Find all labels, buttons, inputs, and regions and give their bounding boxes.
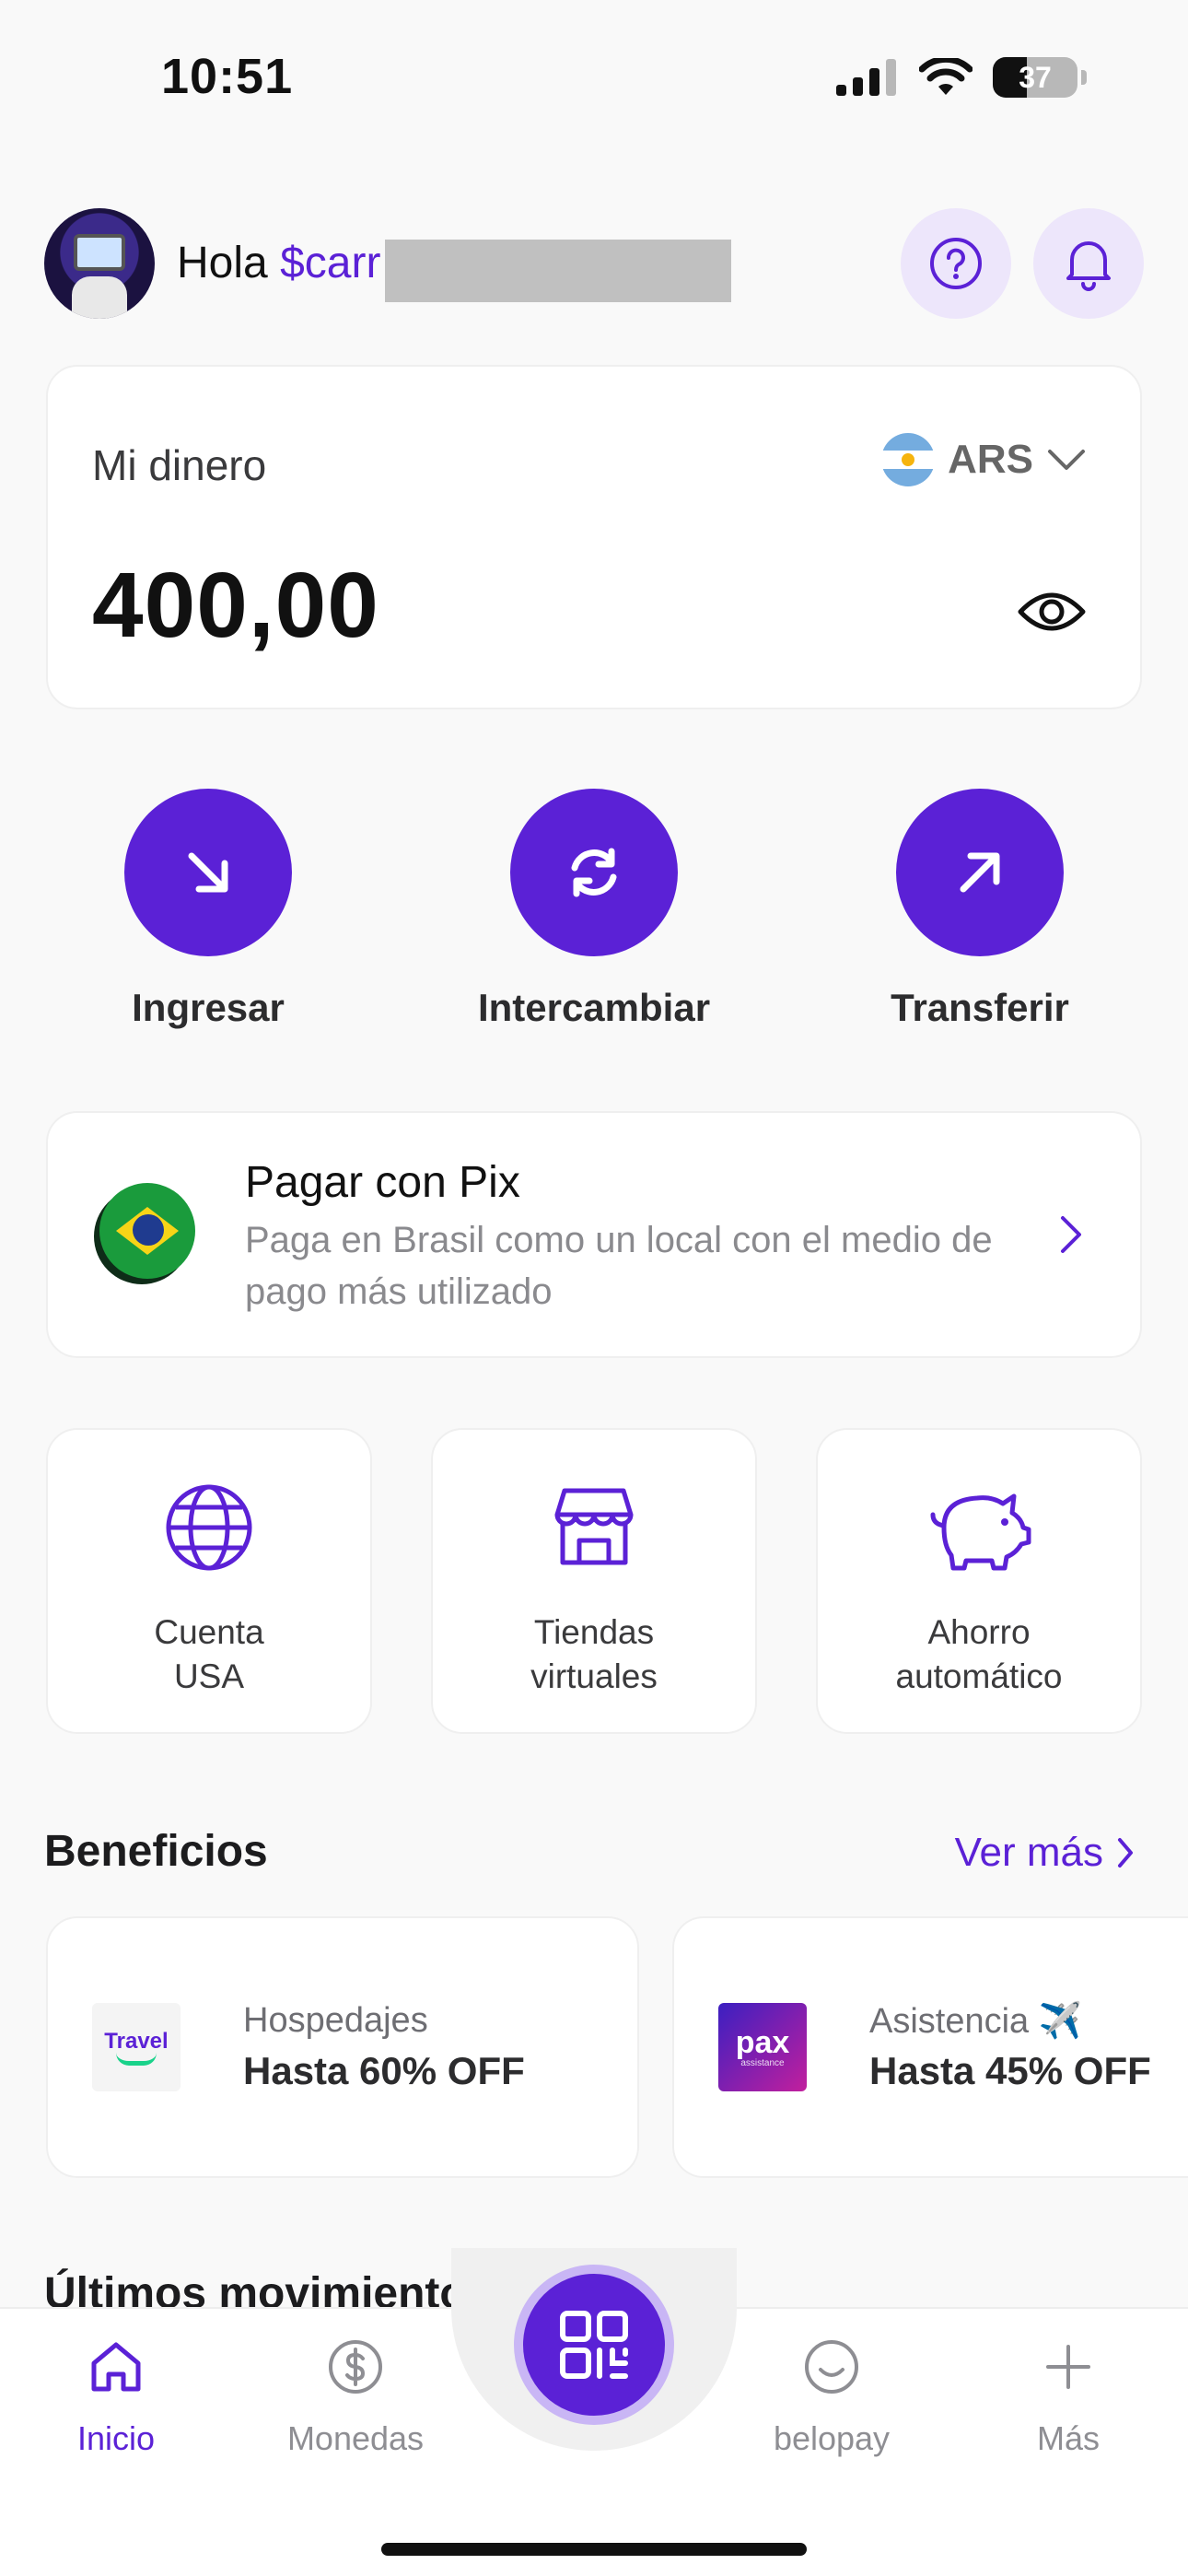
deposit-button[interactable] <box>124 789 292 956</box>
battery-icon: 37 <box>993 57 1077 98</box>
nav-more-label: Más <box>1036 2419 1100 2457</box>
balance-amount: 400,00 <box>92 554 379 657</box>
eye-icon <box>1018 592 1086 631</box>
battery-tip <box>1081 70 1087 85</box>
status-icons: 37 <box>836 57 1087 98</box>
exchange-icon <box>571 848 617 897</box>
benefit-category: Hospedajes <box>243 2001 428 2040</box>
status-time: 10:51 <box>161 49 294 104</box>
nav-coins[interactable]: Monedas <box>263 2335 448 2458</box>
chevron-down-icon <box>1048 450 1085 470</box>
tile-stores-line1: Tiendas <box>533 1613 655 1651</box>
plus-icon <box>1046 2345 1090 2389</box>
help-icon <box>930 238 982 289</box>
nav-home[interactable]: Inicio <box>24 2335 208 2458</box>
transfer-button[interactable] <box>896 789 1064 956</box>
chevron-right-icon <box>1057 1212 1085 1261</box>
qr-icon <box>560 2311 628 2379</box>
pax-logo-text: pax <box>735 2024 790 2060</box>
chevron-right-icon <box>1118 1838 1133 1868</box>
balance-label: Mi dinero <box>92 441 267 489</box>
piggy-bank-icon <box>930 1493 1031 1571</box>
nav-belopay[interactable]: belopay <box>740 2335 924 2458</box>
pax-logo: pax assistance <box>718 2003 807 2091</box>
home-icon <box>91 2342 141 2392</box>
deposit-action[interactable]: Ingresar <box>88 789 328 1030</box>
globe-icon <box>166 1484 252 1571</box>
see-more-link[interactable]: Ver más <box>955 1830 1135 1876</box>
see-more-label: Ver más <box>954 1830 1103 1875</box>
nav-home-label: Inicio <box>76 2419 156 2457</box>
cellular-signal-icon <box>836 59 896 96</box>
tile-usa-line2: USA <box>173 1657 245 1695</box>
dollar-coin-icon <box>329 2340 382 2394</box>
tile-virtual-stores[interactable]: Tiendas virtuales <box>431 1428 757 1734</box>
tile-savings-line2: automático <box>895 1657 1063 1695</box>
wifi-icon <box>919 58 973 95</box>
currency-code: ARS <box>948 437 1033 482</box>
benefits-title: Beneficios <box>44 1827 268 1876</box>
tile-auto-savings[interactable]: Ahorro automático <box>816 1428 1142 1734</box>
currency-selector[interactable]: ARS <box>881 433 1087 486</box>
pix-title: Pagar con Pix <box>245 1158 520 1207</box>
tile-usa-line1: Cuenta <box>154 1613 264 1651</box>
exchange-label: Intercambiar <box>477 986 711 1029</box>
benefit-category: Asistencia ✈️ <box>869 2002 1083 2041</box>
pax-logo-sub: assistance <box>740 2057 785 2068</box>
username: $carr <box>280 239 381 287</box>
qr-scan-button[interactable] <box>514 2265 674 2425</box>
tile-savings-line1: Ahorro <box>927 1613 1031 1651</box>
avatar[interactable] <box>44 208 155 319</box>
nav-belopay-label: belopay <box>773 2419 891 2457</box>
benefit-card-lodging[interactable]: Travel Hospedajes Hasta 60% OFF <box>46 1916 639 2178</box>
travel-logo-text: Travel <box>104 2029 169 2054</box>
benefit-offer: Hasta 45% OFF <box>869 2049 1151 2092</box>
greeting-text: Hola <box>177 239 268 287</box>
help-button[interactable] <box>901 208 1011 319</box>
pix-subtitle: Paga en Brasil como un local con el medi… <box>245 1220 993 1312</box>
smile-icon <box>805 2340 858 2394</box>
brazil-flag-icon <box>99 1183 195 1279</box>
transfer-action[interactable]: Transferir <box>860 789 1100 1030</box>
nav-more[interactable]: Más <box>976 2335 1160 2458</box>
notifications-button[interactable] <box>1033 208 1144 319</box>
argentina-flag-icon <box>881 433 936 486</box>
store-icon <box>554 1488 634 1565</box>
travel-logo: Travel <box>92 2003 181 2091</box>
arrow-up-right-icon <box>960 852 1000 893</box>
nav-coins-label: Monedas <box>286 2419 425 2457</box>
tile-stores-line2: virtuales <box>530 1657 658 1695</box>
redacted-block <box>385 240 731 302</box>
exchange-action[interactable]: Intercambiar <box>474 789 714 1030</box>
bell-icon <box>1066 241 1111 291</box>
greeting: Hola $carr <box>177 238 380 288</box>
benefit-offer: Hasta 60% OFF <box>243 2049 525 2092</box>
transfer-label: Transferir <box>891 986 1069 1029</box>
home-indicator <box>381 2543 807 2556</box>
deposit-label: Ingresar <box>132 986 285 1029</box>
battery-level: 37 <box>1019 60 1052 94</box>
toggle-visibility-button[interactable] <box>1017 586 1087 642</box>
arrow-down-right-icon <box>188 852 228 893</box>
benefit-card-assistance[interactable]: pax assistance Asistencia ✈️ Hasta 45% O… <box>672 1916 1188 2178</box>
tile-usa-account[interactable]: Cuenta USA <box>46 1428 372 1734</box>
exchange-button[interactable] <box>510 789 678 956</box>
